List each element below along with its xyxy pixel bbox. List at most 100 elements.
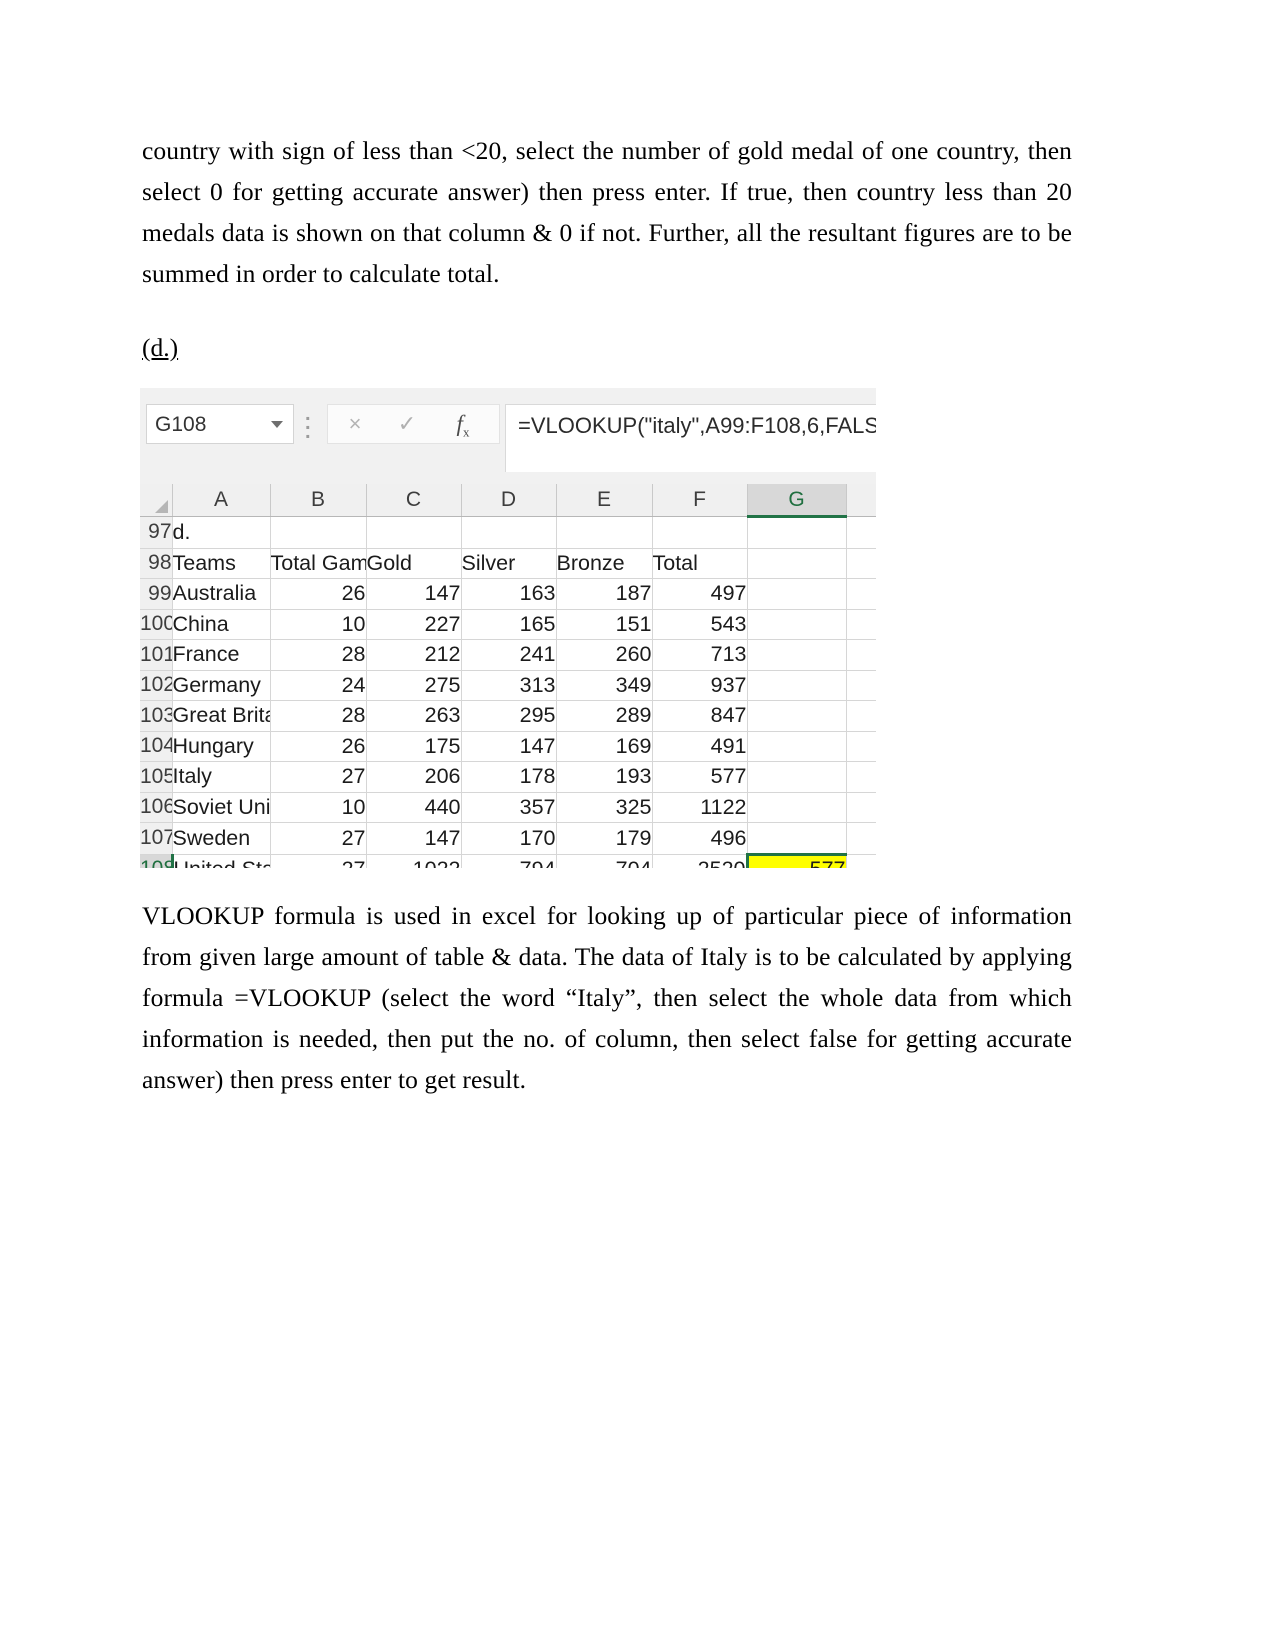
table-cell[interactable]: 27 <box>270 822 367 855</box>
table-cell[interactable]: 577 <box>652 761 748 793</box>
table-cell[interactable]: 289 <box>556 700 653 732</box>
column-header-e[interactable]: E <box>556 484 653 517</box>
table-cell[interactable] <box>747 639 847 671</box>
column-header-c[interactable]: C <box>366 484 462 517</box>
select-all-corner[interactable] <box>140 484 173 517</box>
table-cell[interactable]: Gold <box>366 548 462 579</box>
table-cell[interactable]: Teams <box>172 548 271 579</box>
table-cell[interactable] <box>747 578 847 610</box>
table-cell[interactable]: 313 <box>461 670 557 701</box>
table-cell[interactable] <box>846 761 876 793</box>
row-header[interactable]: 106 <box>140 792 173 823</box>
table-cell[interactable] <box>846 731 876 762</box>
table-cell[interactable] <box>747 548 847 579</box>
column-header-a[interactable]: A <box>172 484 271 517</box>
table-cell[interactable] <box>747 609 847 640</box>
table-cell[interactable]: 295 <box>461 700 557 732</box>
table-cell[interactable] <box>747 761 847 793</box>
table-cell[interactable] <box>461 516 557 549</box>
table-cell[interactable]: Total Gam <box>270 548 367 579</box>
table-cell[interactable]: 151 <box>556 609 653 640</box>
row-header[interactable]: 102 <box>140 670 173 701</box>
table-cell[interactable]: 497 <box>652 578 748 610</box>
table-cell[interactable]: 206 <box>366 761 462 793</box>
insert-function-icon[interactable]: fx <box>438 410 488 440</box>
column-header-h[interactable] <box>846 484 876 517</box>
table-cell[interactable]: 179 <box>556 822 653 855</box>
table-cell[interactable]: Silver <box>461 548 557 579</box>
table-cell[interactable]: 275 <box>366 670 462 701</box>
chevron-down-icon[interactable] <box>271 421 283 428</box>
table-cell[interactable]: 28 <box>270 700 367 732</box>
table-cell[interactable]: China <box>172 609 271 640</box>
table-cell[interactable]: France <box>172 639 271 671</box>
table-cell[interactable] <box>747 792 847 823</box>
table-cell[interactable]: 10 <box>270 609 367 640</box>
table-cell[interactable]: 241 <box>461 639 557 671</box>
table-cell[interactable] <box>846 700 876 732</box>
cancel-formula-icon[interactable]: × <box>330 410 380 438</box>
table-cell[interactable]: 178 <box>461 761 557 793</box>
table-cell[interactable]: 260 <box>556 639 653 671</box>
table-cell[interactable]: 847 <box>652 700 748 732</box>
column-header-b[interactable]: B <box>270 484 367 517</box>
table-cell[interactable]: Italy <box>172 761 271 793</box>
table-cell[interactable]: Soviet Uni <box>172 792 271 823</box>
table-cell[interactable] <box>846 516 876 549</box>
table-cell[interactable] <box>846 670 876 701</box>
table-cell[interactable] <box>846 609 876 640</box>
row-header[interactable]: 97 <box>140 516 173 549</box>
table-cell[interactable]: Australia <box>172 578 271 610</box>
table-cell[interactable]: 193 <box>556 761 653 793</box>
table-cell[interactable]: Sweden <box>172 822 271 855</box>
table-cell[interactable] <box>747 822 847 855</box>
column-header-g[interactable]: G <box>747 484 847 518</box>
table-cell[interactable]: 165 <box>461 609 557 640</box>
table-cell[interactable]: 147 <box>366 578 462 610</box>
row-header[interactable]: 98 <box>140 548 173 579</box>
table-cell[interactable]: 27 <box>270 761 367 793</box>
table-cell[interactable]: Germany <box>172 670 271 701</box>
table-cell[interactable] <box>556 516 653 549</box>
table-cell[interactable] <box>747 670 847 701</box>
table-cell[interactable]: Great Brita <box>172 700 271 732</box>
table-cell[interactable] <box>747 700 847 732</box>
table-cell[interactable]: 937 <box>652 670 748 701</box>
table-cell[interactable] <box>846 548 876 579</box>
row-header[interactable]: 103 <box>140 700 173 732</box>
table-cell[interactable]: 325 <box>556 792 653 823</box>
table-cell[interactable] <box>846 639 876 671</box>
table-cell[interactable]: 713 <box>652 639 748 671</box>
table-cell[interactable]: 496 <box>652 822 748 855</box>
table-cell[interactable]: 26 <box>270 578 367 610</box>
table-cell[interactable]: 543 <box>652 609 748 640</box>
formula-bar[interactable]: =VLOOKUP("italy",A99:F108,6,FALSE) <box>505 404 876 472</box>
table-cell[interactable] <box>846 578 876 610</box>
table-cell[interactable]: 227 <box>366 609 462 640</box>
table-cell[interactable]: 357 <box>461 792 557 823</box>
enter-formula-icon[interactable]: ✓ <box>382 410 432 438</box>
table-cell[interactable]: 163 <box>461 578 557 610</box>
table-cell[interactable]: Bronze <box>556 548 653 579</box>
table-cell[interactable]: d. <box>172 516 271 549</box>
table-cell[interactable]: 26 <box>270 731 367 762</box>
table-cell[interactable] <box>747 516 847 549</box>
table-cell[interactable]: Total <box>652 548 748 579</box>
row-header[interactable]: 101 <box>140 639 173 671</box>
table-cell[interactable]: 1122 <box>652 792 748 823</box>
table-cell[interactable]: 187 <box>556 578 653 610</box>
table-cell[interactable] <box>747 731 847 762</box>
table-cell[interactable] <box>366 516 462 549</box>
row-header[interactable]: 100 <box>140 609 173 640</box>
table-cell[interactable]: 170 <box>461 822 557 855</box>
row-header[interactable]: 99 <box>140 578 173 610</box>
table-cell[interactable]: Hungary <box>172 731 271 762</box>
table-cell[interactable]: 28 <box>270 639 367 671</box>
row-header[interactable]: 105 <box>140 761 173 793</box>
table-cell[interactable]: 147 <box>461 731 557 762</box>
table-cell[interactable]: 147 <box>366 822 462 855</box>
table-cell[interactable] <box>652 516 748 549</box>
row-header[interactable]: 104 <box>140 731 173 762</box>
table-cell[interactable]: 440 <box>366 792 462 823</box>
table-cell[interactable] <box>846 822 876 855</box>
